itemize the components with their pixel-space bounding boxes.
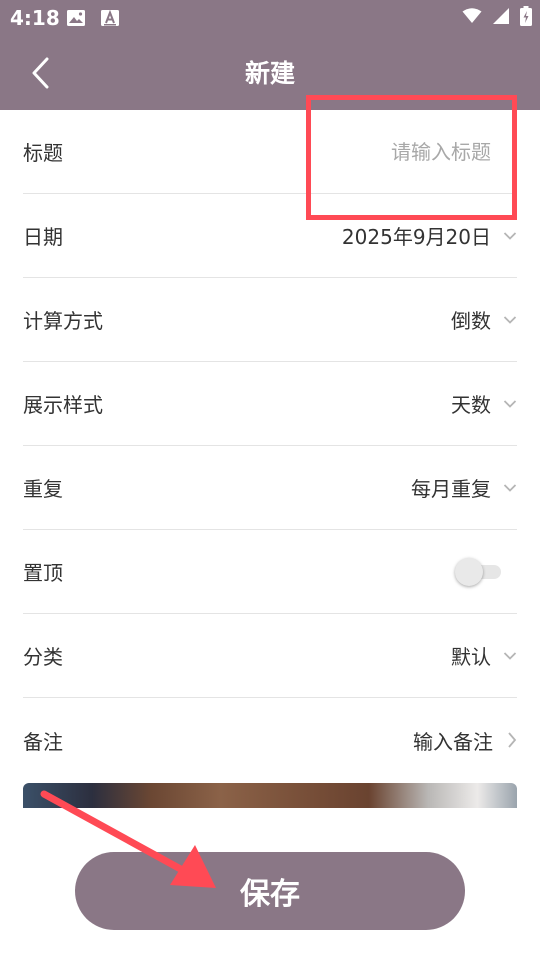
font-notification-icon — [101, 9, 119, 26]
chevron-down-icon — [503, 399, 517, 408]
image-notification-icon — [67, 10, 85, 26]
pin-top-toggle[interactable] — [455, 557, 501, 587]
title-label: 标题 — [23, 141, 63, 165]
calc-method-row[interactable]: 计算方式 倒数 — [23, 278, 517, 362]
status-bar: 4:18 — [0, 0, 540, 36]
chevron-right-icon — [508, 732, 517, 748]
display-style-label: 展示样式 — [23, 393, 103, 417]
calc-method-label: 计算方式 — [23, 309, 103, 333]
background-image-preview — [23, 783, 517, 808]
date-label: 日期 — [23, 225, 63, 249]
event-form: 标题 日期 2025年9月20日 计算方式 倒数 展示样式 天数 重复 每月重复 — [0, 110, 540, 782]
status-notification-icons — [66, 9, 120, 27]
category-label: 分类 — [23, 645, 63, 669]
note-value: 输入备注 — [413, 729, 493, 754]
status-time: 4:18 — [10, 6, 60, 30]
status-system-icons — [462, 6, 532, 26]
toggle-thumb — [455, 557, 483, 586]
save-button[interactable]: 保存 — [75, 852, 465, 930]
date-row[interactable]: 日期 2025年9月20日 — [23, 194, 517, 278]
chevron-down-icon — [503, 483, 517, 492]
chevron-down-icon — [503, 651, 517, 660]
calc-method-value: 倒数 — [451, 309, 491, 333]
nav-bar: 新建 — [0, 36, 540, 110]
note-row[interactable]: 备注 输入备注 — [23, 698, 517, 782]
app-header: 4:18 新建 — [0, 0, 540, 110]
display-style-row[interactable]: 展示样式 天数 — [23, 362, 517, 446]
category-value: 默认 — [451, 645, 491, 669]
repeat-value: 每月重复 — [411, 477, 491, 501]
repeat-row[interactable]: 重复 每月重复 — [23, 446, 517, 530]
chevron-down-icon — [503, 231, 517, 240]
chevron-down-icon — [503, 315, 517, 324]
battery-icon — [520, 6, 532, 26]
pin-top-label: 置顶 — [23, 561, 63, 585]
category-row[interactable]: 分类 默认 — [23, 614, 517, 698]
title-row: 标题 — [23, 110, 517, 194]
signal-icon — [493, 8, 509, 24]
display-style-value: 天数 — [451, 393, 491, 417]
title-input[interactable] — [291, 139, 491, 164]
page-title: 新建 — [244, 59, 295, 88]
wifi-icon — [462, 8, 482, 23]
date-value: 2025年9月20日 — [341, 225, 491, 249]
repeat-label: 重复 — [23, 477, 63, 501]
title-input-wrap — [291, 110, 517, 193]
note-label: 备注 — [23, 729, 63, 754]
pin-top-row: 置顶 — [23, 530, 517, 614]
